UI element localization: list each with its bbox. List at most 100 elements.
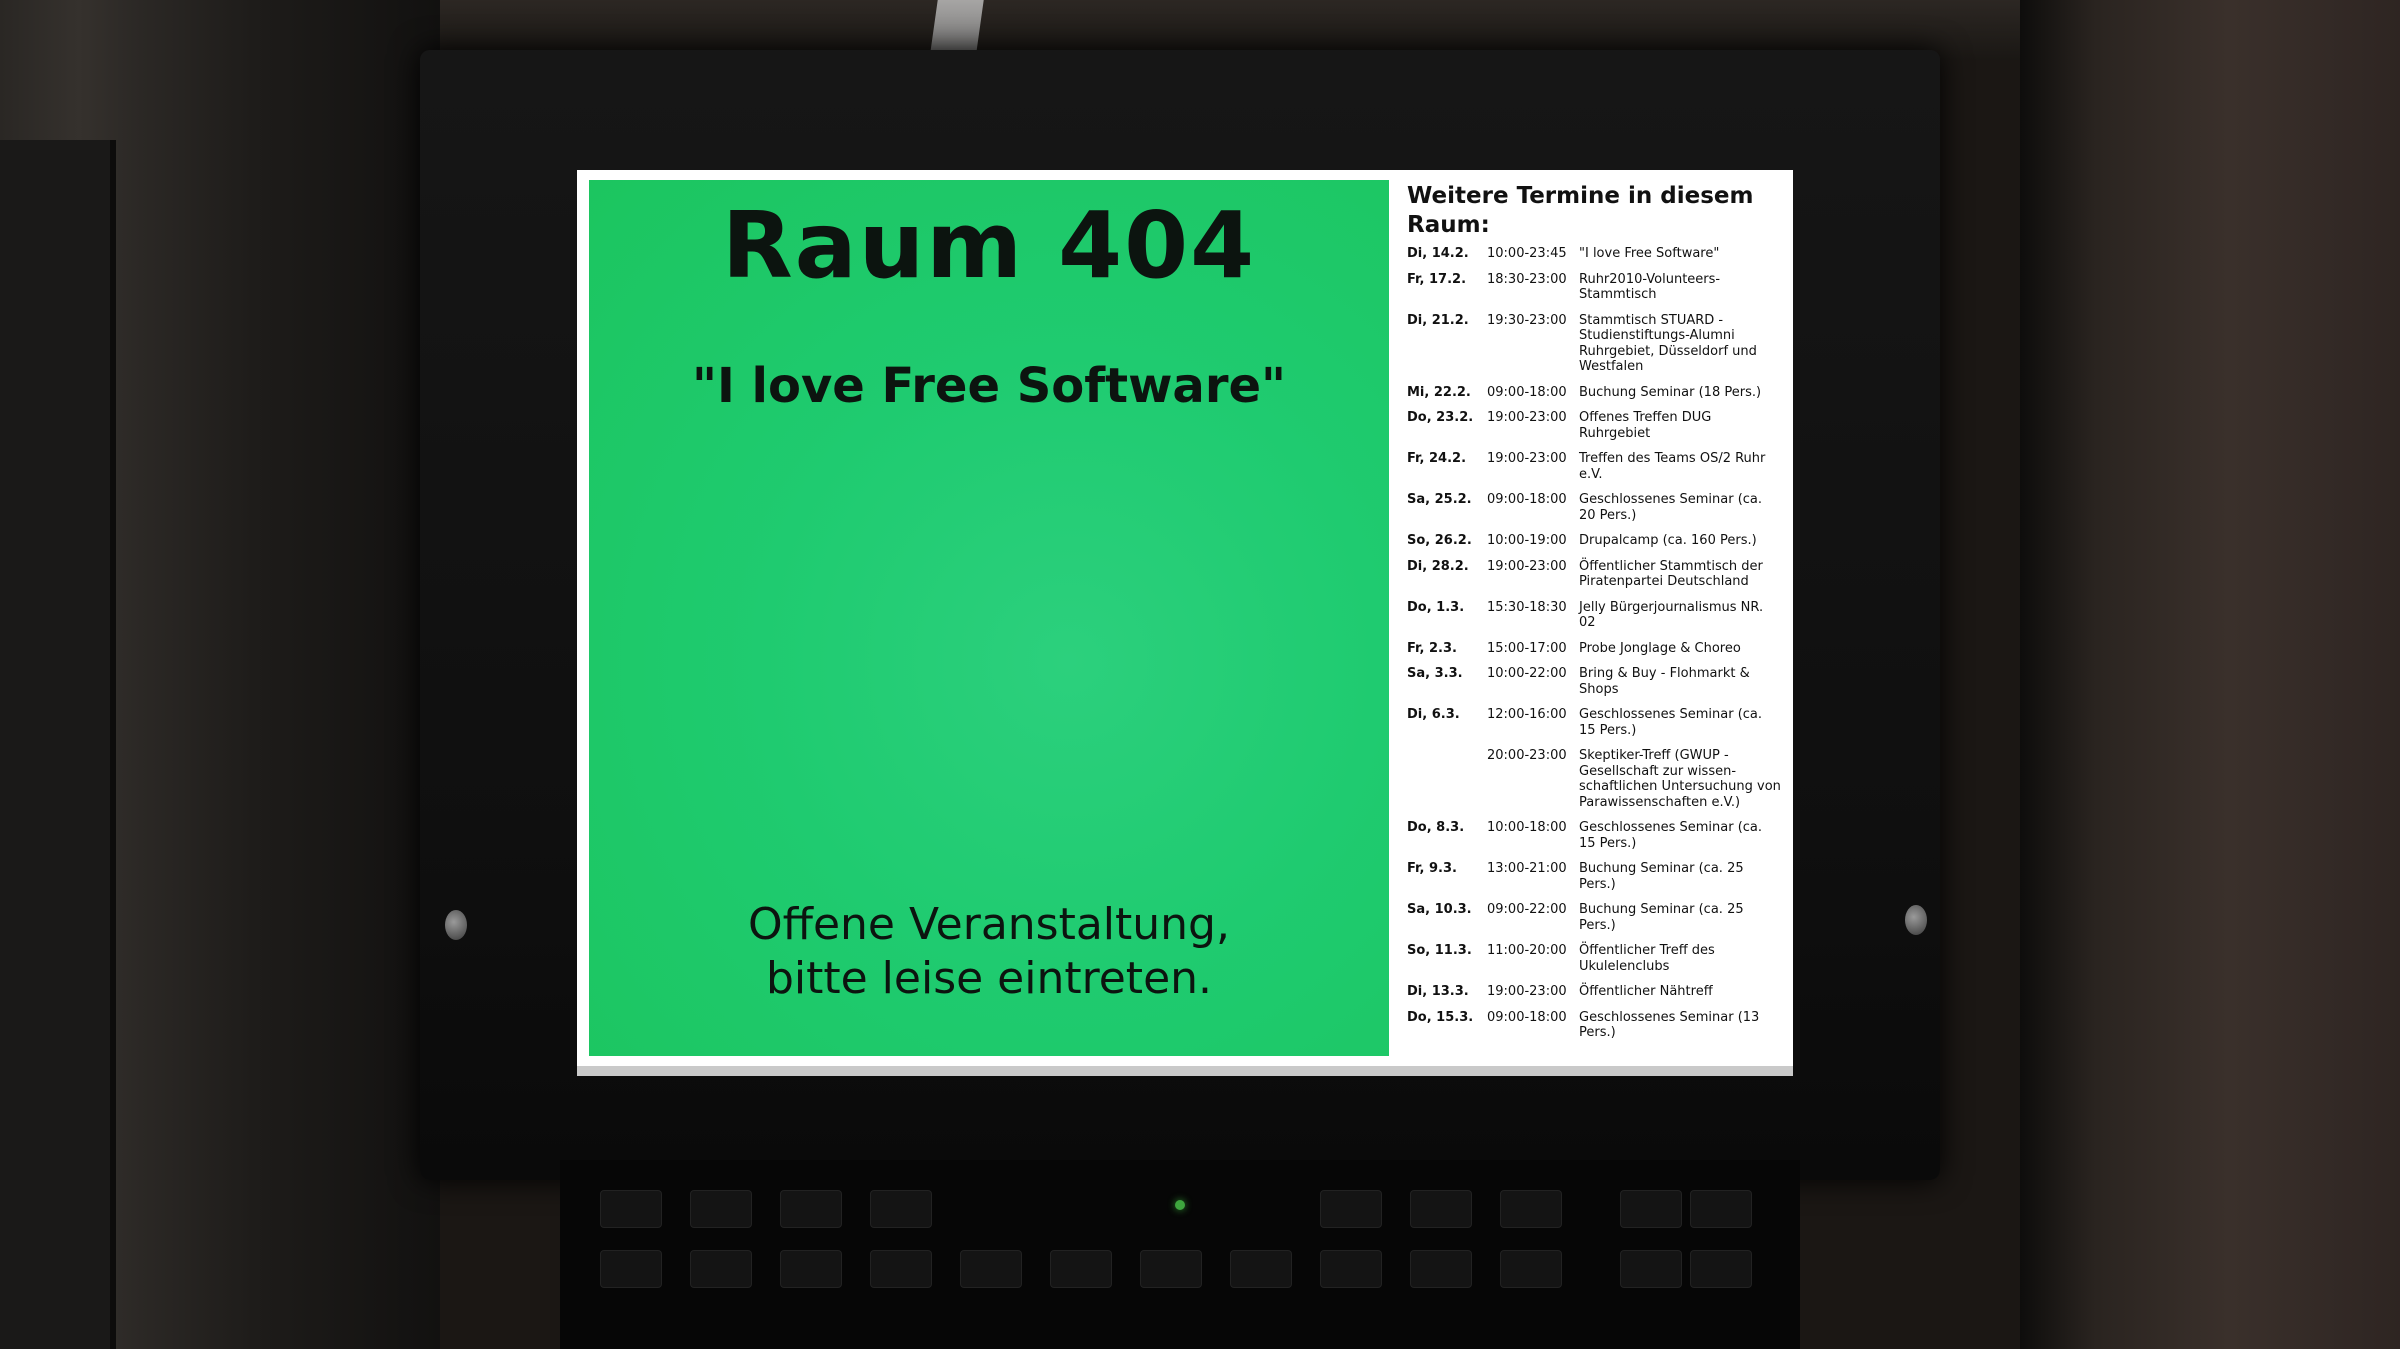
schedule-entry: Sa, 25.2. 09:00-18:00 Geschlossenes Semina… bbox=[1403, 492, 1785, 523]
schedule-entry-time: 10:00-23:45 bbox=[1487, 246, 1567, 261]
keyboard-key bbox=[870, 1250, 932, 1288]
schedule-entry: Di, 6.3. 12:00-16:00 Geschlossenes Seminar… bbox=[1403, 707, 1785, 738]
keyboard-key bbox=[780, 1250, 842, 1288]
schedule-entry-date bbox=[1403, 748, 1487, 810]
schedule-entry-time: 19:00-23:00 bbox=[1487, 984, 1567, 999]
schedule-entry-date: Do, 1.3. bbox=[1407, 599, 1465, 615]
schedule-entry-time: 18:30-23:00 bbox=[1487, 271, 1567, 287]
schedule-entry-event: Geschlossenes Seminar (13 Pers.) bbox=[1579, 1009, 1760, 1041]
door-frame bbox=[0, 140, 116, 1349]
schedule-heading: Weitere Termine in diesem Raum: bbox=[1407, 183, 1754, 238]
schedule-entry: Do, 23.2. 19:00-23:00 Offenes Treffen DUG … bbox=[1403, 410, 1785, 441]
schedule-entry-event: Buchung Seminar (ca. 25 Pers.) bbox=[1579, 861, 1744, 892]
entry-notice-line-1: Offene Veranstaltung, bbox=[748, 899, 1230, 950]
schedule-entry-date: Di, 21.2. bbox=[1407, 312, 1469, 328]
room-title: Raum 404 bbox=[721, 192, 1257, 299]
schedule-entry: So, 26.2. 10:00-19:00 Drupalcamp (ca. 160 … bbox=[1403, 533, 1785, 549]
schedule-entry-event: Geschlossenes Seminar (ca. 15 Pers.) bbox=[1579, 707, 1763, 738]
schedule-entry: Di, 13.3. 19:00-23:00 Öffentlicher Nähtref… bbox=[1403, 984, 1785, 1000]
schedule-entry-time: 19:30-23:00 bbox=[1487, 312, 1567, 328]
schedule-entry: Fr, 2.3. 15:00-17:00 Probe Jonglage & Chor… bbox=[1403, 641, 1785, 657]
schedule-entry-event: Öffentlicher Nähtreff bbox=[1579, 984, 1713, 999]
schedule-entry-date: Sa, 3.3. bbox=[1407, 666, 1463, 681]
schedule-entry-date: Do, 15.3. bbox=[1407, 1009, 1474, 1025]
schedule-entry-time: 13:00-21:00 bbox=[1487, 861, 1567, 876]
schedule-entry-date: Do, 8.3. bbox=[1407, 820, 1465, 835]
schedule-entry: So, 11.3. 11:00-20:00 Öffentlicher Treff d… bbox=[1403, 943, 1785, 974]
schedule-entry-event: Stammtisch STUARD - Studienstiftungs-Alu… bbox=[1579, 312, 1757, 375]
background-wall-right bbox=[2020, 0, 2400, 1349]
keyboard-key bbox=[960, 1250, 1022, 1288]
schedule-entry-event: Bring & Buy - Flohmarkt & Shops bbox=[1579, 666, 1750, 697]
schedule-entry-event: Offenes Treffen DUG Ruhrgebiet bbox=[1579, 410, 1712, 441]
schedule-entry: Do, 8.3. 10:00-18:00 Geschlossenes Seminar… bbox=[1403, 820, 1785, 851]
schedule-entry-date: So, 26.2. bbox=[1407, 533, 1472, 548]
hinge-screw-left bbox=[445, 910, 467, 940]
schedule-entry-event: "I love Free Software" bbox=[1579, 246, 1720, 261]
keyboard-key bbox=[1620, 1250, 1682, 1288]
keyboard-key bbox=[600, 1250, 662, 1288]
schedule-entry-event: Skeptiker-Treff (GWUP - Gesellschaft zur… bbox=[1579, 748, 1781, 810]
schedule-entry-time: 20:00-23:00 bbox=[1487, 748, 1567, 763]
schedule-entry: 20:00-23:00 Skeptiker-Treff (GWUP - Gesel… bbox=[1403, 748, 1785, 810]
schedule-entry: Sa, 10.3. 09:00-22:00 Buchung Seminar (ca.… bbox=[1403, 902, 1785, 933]
keyboard-key bbox=[690, 1190, 752, 1228]
keyboard-key bbox=[1230, 1250, 1292, 1288]
schedule-entry-time: 09:00-18:00 bbox=[1487, 1009, 1567, 1025]
keyboard-key bbox=[1620, 1190, 1682, 1228]
schedule-entry: Fr, 17.2. 18:30-23:00 Ruhr2010-Volunteers-… bbox=[1403, 272, 1785, 303]
schedule-entry-date: Sa, 25.2. bbox=[1407, 492, 1472, 507]
schedule-entry-date: Do, 23.2. bbox=[1407, 410, 1474, 425]
schedule-entry-time: 19:00-23:00 bbox=[1487, 410, 1567, 425]
power-led-icon bbox=[1175, 1200, 1185, 1210]
schedule-entry: Do, 1.3. 15:30-18:30 Jelly Bürgerjournalis… bbox=[1403, 600, 1785, 631]
upcoming-schedule: Weitere Termine in diesem Raum: Di, 14.2… bbox=[1403, 180, 1785, 1056]
schedule-entry-date: Di, 14.2. bbox=[1407, 246, 1469, 261]
schedule-entry-event: Treffen des Teams OS/2 Ruhr e.V. bbox=[1579, 451, 1766, 482]
laptop-keyboard bbox=[560, 1160, 1800, 1349]
schedule-entry-date: Di, 13.3. bbox=[1407, 984, 1469, 999]
schedule-entry: Mi, 22.2. 09:00-18:00 Buchung Seminar (18 … bbox=[1403, 385, 1785, 401]
schedule-list: Di, 14.2. 10:00-23:45 "I love Free Softwar… bbox=[1403, 246, 1785, 1041]
schedule-entry-time: 10:00-19:00 bbox=[1487, 533, 1567, 548]
keyboard-key bbox=[780, 1190, 842, 1228]
schedule-entry-time: 19:00-23:00 bbox=[1487, 558, 1567, 574]
schedule-entry-date: Di, 28.2. bbox=[1407, 558, 1469, 574]
schedule-entry: Di, 21.2. 19:30-23:00 Stammtisch STUARD - … bbox=[1403, 313, 1785, 375]
schedule-entry: Fr, 9.3. 13:00-21:00 Buchung Seminar (ca. … bbox=[1403, 861, 1785, 892]
schedule-entry-event: Buchung Seminar (18 Pers.) bbox=[1579, 384, 1762, 400]
schedule-entry-event: Geschlossenes Seminar (ca. 20 Pers.) bbox=[1579, 492, 1763, 523]
schedule-entry-time: 10:00-22:00 bbox=[1487, 666, 1567, 681]
entry-notice-line-2: bitte leise eintreten. bbox=[765, 953, 1213, 1004]
keyboard-key bbox=[690, 1250, 752, 1288]
schedule-entry-event: Drupalcamp (ca. 160 Pers.) bbox=[1579, 533, 1757, 548]
hinge-screw-right bbox=[1905, 905, 1927, 935]
schedule-entry-event: Öffentlicher Treff des Ukulelenclubs bbox=[1579, 943, 1715, 974]
keyboard-key bbox=[1320, 1190, 1382, 1228]
keyboard-key bbox=[1140, 1250, 1202, 1288]
keyboard-key bbox=[1500, 1190, 1562, 1228]
schedule-entry-date: Di, 6.3. bbox=[1407, 707, 1460, 722]
schedule-entry-date: Fr, 24.2. bbox=[1407, 451, 1467, 466]
schedule-entry-time: 15:00-17:00 bbox=[1487, 640, 1567, 656]
schedule-entry-event: Ruhr2010-Volunteers-Stammtisch bbox=[1579, 271, 1721, 303]
room-status-panel: Raum 404 "I love Free Software" Offene V… bbox=[589, 180, 1389, 1056]
keyboard-key bbox=[1690, 1250, 1752, 1288]
schedule-entry-date: Fr, 17.2. bbox=[1407, 271, 1467, 287]
schedule-entry-time: 12:00-16:00 bbox=[1487, 707, 1567, 722]
schedule-entry-date: Sa, 10.3. bbox=[1407, 902, 1472, 917]
schedule-entry-event: Buchung Seminar (ca. 25 Pers.) bbox=[1579, 902, 1744, 933]
schedule-entry-event: Jelly Bürgerjournalismus NR. 02 bbox=[1579, 599, 1764, 631]
schedule-entry: Di, 28.2. 19:00-23:00 Öffentlicher Stammti… bbox=[1403, 559, 1785, 590]
keyboard-key bbox=[1320, 1250, 1382, 1288]
keyboard-key bbox=[1690, 1190, 1752, 1228]
schedule-entry-time: 11:00-20:00 bbox=[1487, 943, 1567, 958]
schedule-entry: Di, 14.2. 10:00-23:45 "I love Free Softwar… bbox=[1403, 246, 1785, 262]
schedule-entry-event: Öffentlicher Stammtisch der Piratenparte… bbox=[1579, 558, 1763, 590]
schedule-entry-event: Probe Jonglage & Choreo bbox=[1579, 640, 1741, 656]
schedule-entry-time: 10:00-18:00 bbox=[1487, 820, 1567, 835]
schedule-entry-time: 09:00-18:00 bbox=[1487, 384, 1567, 400]
keyboard-key bbox=[1410, 1190, 1472, 1228]
schedule-entry-date: Fr, 2.3. bbox=[1407, 640, 1457, 656]
schedule-entry-date: Fr, 9.3. bbox=[1407, 861, 1457, 876]
